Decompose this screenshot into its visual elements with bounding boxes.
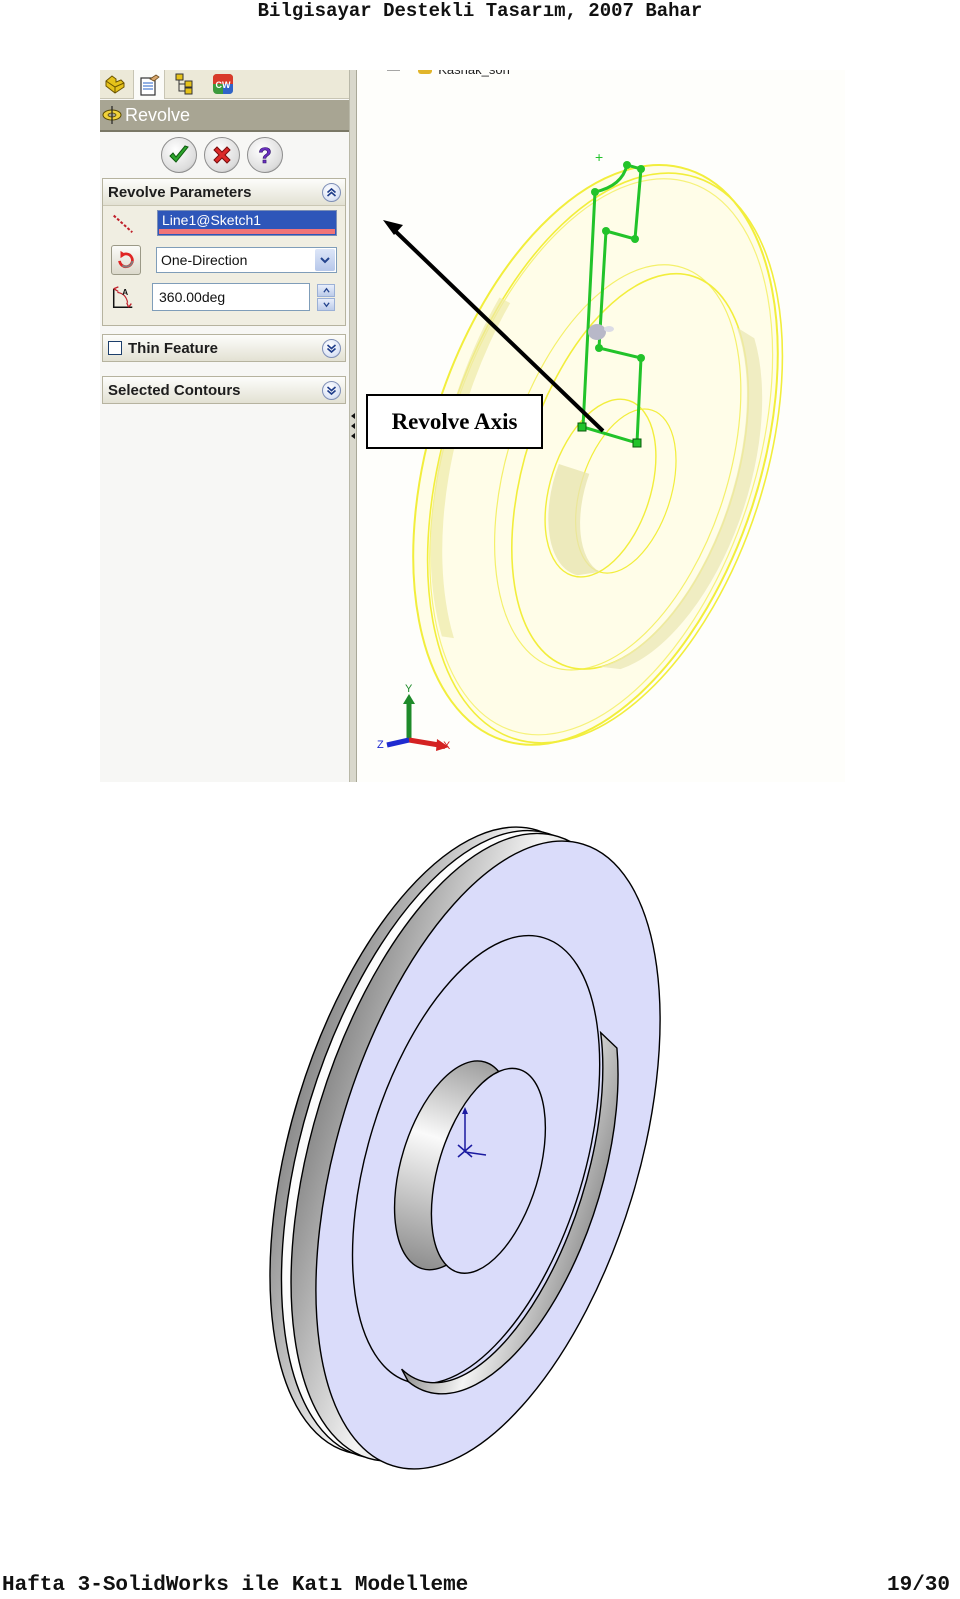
chevron-double-down-icon <box>326 385 337 395</box>
origin-plus-marker: + <box>595 149 603 165</box>
feature-manager-tab[interactable] <box>100 70 130 97</box>
feature-title-bar: Revolve <box>100 100 355 132</box>
selected-contours-label: Selected Contours <box>108 381 241 399</box>
thin-feature-checkbox[interactable] <box>108 341 122 355</box>
triad-z-label: Z <box>377 739 384 751</box>
revolve-preview <box>412 164 784 746</box>
chevron-double-up-icon <box>326 187 337 197</box>
chevron-double-down-icon <box>326 343 337 353</box>
angle-icon: A <box>109 284 137 312</box>
selected-contours-header[interactable]: Selected Contours <box>103 377 345 403</box>
revolve-parameters-header[interactable]: Revolve Parameters <box>103 179 345 206</box>
angle-increment-button[interactable] <box>317 284 335 297</box>
cw-display-icon: CW <box>213 73 233 94</box>
chevron-up-icon <box>322 287 330 293</box>
collapse-panel-arrows-icon[interactable] <box>350 412 356 442</box>
collapse-group-button[interactable] <box>322 182 341 202</box>
cancel-button[interactable] <box>204 137 240 173</box>
action-buttons: ? <box>100 134 355 176</box>
angle-row: A 360.00deg <box>103 281 347 313</box>
thin-feature-header[interactable]: Thin Feature <box>103 335 345 361</box>
axis-selection-field[interactable]: Line1@Sketch1 <box>157 210 337 236</box>
view-triad: Y X Z <box>377 683 451 752</box>
help-button[interactable]: ? <box>247 137 283 173</box>
configuration-icon <box>175 73 193 94</box>
revolved-part-canvas <box>269 826 661 1470</box>
chevron-down-icon <box>322 302 330 308</box>
page-header: Bilgisayar Destekli Tasarım, 2007 Bahar <box>257 0 703 22</box>
feature-title: Revolve <box>125 104 191 125</box>
axis-of-revolution-icon <box>109 209 137 237</box>
svg-text:?: ? <box>258 143 271 168</box>
configuration-manager-tab[interactable] <box>170 70 200 97</box>
revolve-axis-callout: Revolve Axis <box>366 394 543 449</box>
angle-input[interactable]: 360.00deg <box>152 283 310 311</box>
triad-y-label: Y <box>405 683 413 695</box>
chevron-down-icon <box>320 257 330 264</box>
revolve-feature-icon <box>102 106 122 124</box>
checkmark-icon <box>169 145 189 163</box>
property-manager-panel: CW Revolve ? Revolve Parameters Line1@Sk… <box>100 70 355 782</box>
revolve-parameters-group: Revolve Parameters Line1@Sketch1 One-Dir… <box>102 178 346 326</box>
manager-tabs: CW <box>100 70 355 99</box>
appearance-tab[interactable]: CW <box>208 70 238 97</box>
expand-group-button[interactable] <box>322 380 341 400</box>
svg-text:A: A <box>122 287 128 297</box>
selection-highlight <box>159 229 335 234</box>
axis-selection-value: Line1@Sketch1 <box>162 212 262 228</box>
reverse-direction-icon <box>118 250 134 269</box>
direction-row: One-Direction <box>103 244 347 276</box>
close-icon <box>213 146 231 164</box>
ok-button[interactable] <box>161 137 197 173</box>
revolve-type-select[interactable]: One-Direction <box>156 247 337 273</box>
axis-row: Line1@Sketch1 <box>103 206 347 238</box>
feature-tree-icon <box>105 74 125 94</box>
angle-value: 360.00deg <box>159 289 226 305</box>
angle-decrement-button[interactable] <box>317 298 335 311</box>
svg-text:CW: CW <box>216 80 231 90</box>
page-number: 19/30 <box>886 1574 950 1597</box>
page-footer-title: Hafta 3-SolidWorks ile Katı Modelleme <box>2 1574 469 1597</box>
expand-group-button[interactable] <box>322 338 341 358</box>
revolve-type-value: One-Direction <box>161 252 248 268</box>
revolved-part-render <box>268 795 668 1510</box>
property-manager-tab[interactable] <box>133 70 165 99</box>
thin-feature-label: Thin Feature <box>128 339 219 357</box>
help-icon: ? <box>258 143 272 168</box>
revolve-parameters-heading: Revolve Parameters <box>108 183 252 201</box>
selected-contours-group: Selected Contours <box>102 376 346 404</box>
dropdown-button[interactable] <box>315 249 335 271</box>
property-sheet-icon <box>140 74 160 96</box>
thin-feature-group: Thin Feature <box>102 334 346 362</box>
reverse-direction-button[interactable] <box>111 245 141 275</box>
triad-x-label: X <box>443 740 451 752</box>
